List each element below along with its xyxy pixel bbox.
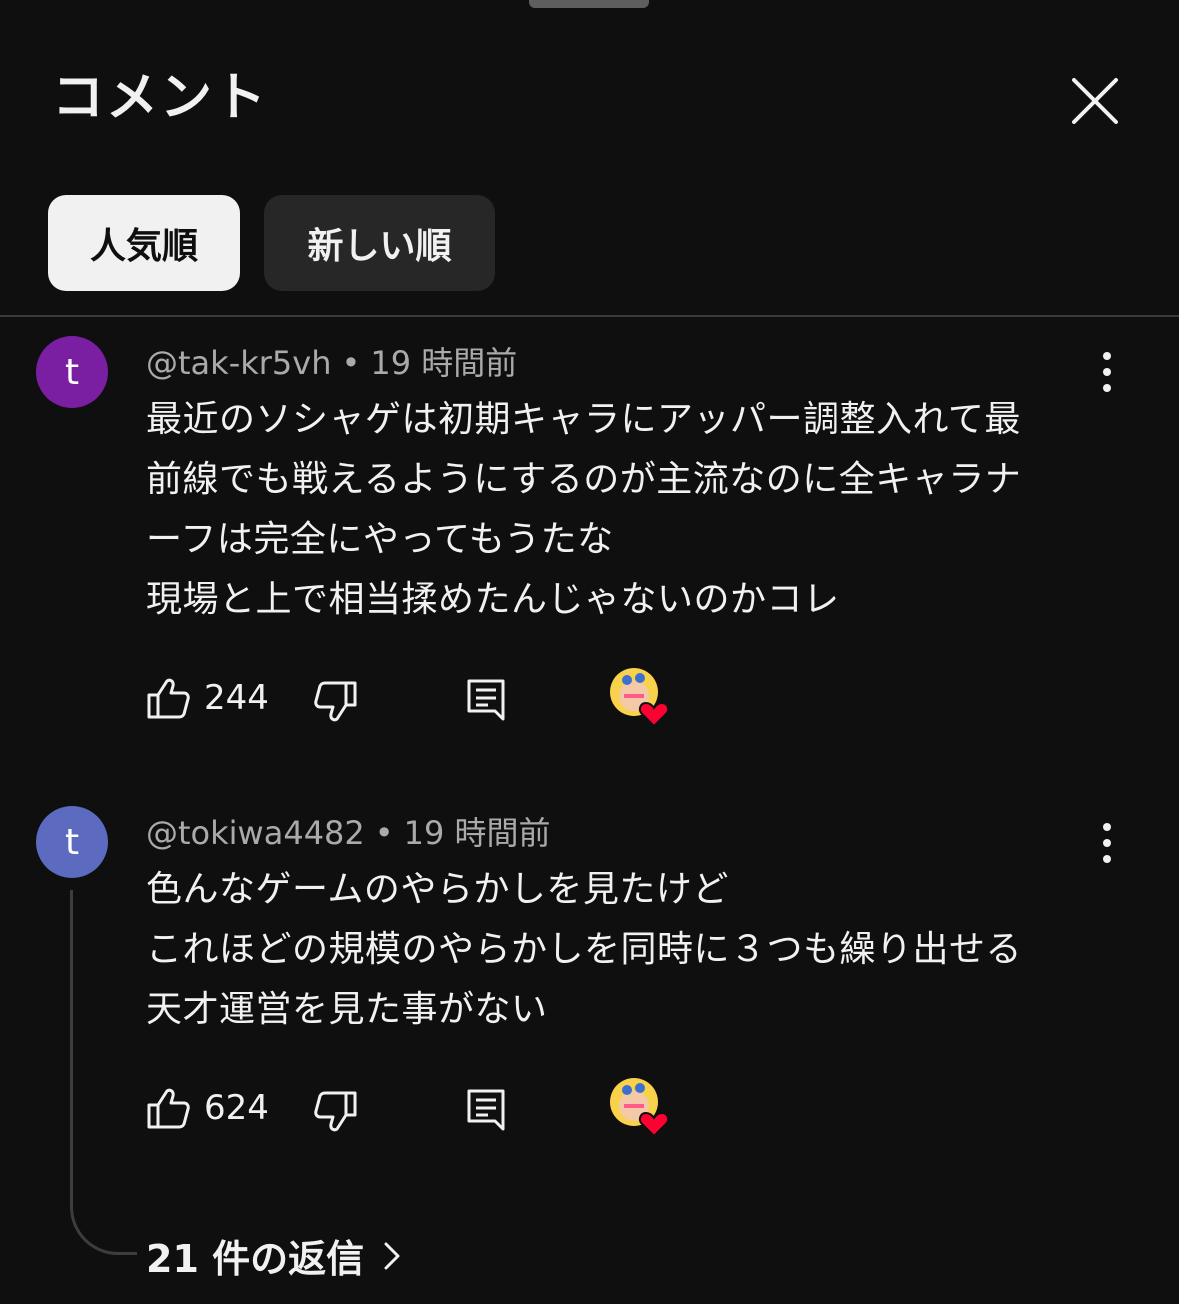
reply-icon[interactable] — [466, 1088, 506, 1132]
view-replies-button[interactable]: 21 件の返信 — [146, 1228, 402, 1283]
divider — [0, 315, 1179, 317]
like-count: 244 — [204, 678, 269, 718]
sort-chips: 人気順 新しい順 — [48, 195, 495, 291]
comment-time: 19 時間前 — [403, 814, 551, 852]
separator-dot: • — [341, 344, 361, 382]
like-count: 624 — [204, 1088, 269, 1128]
more-options-icon[interactable] — [1092, 821, 1122, 865]
thumbs-down-icon[interactable] — [314, 680, 358, 724]
comment-meta: @tak-kr5vh • 19 時間前 — [146, 338, 517, 384]
thread-line — [70, 890, 137, 1255]
replies-label: 21 件の返信 — [146, 1237, 365, 1281]
avatar[interactable]: t — [36, 336, 108, 408]
sort-popular-chip[interactable]: 人気順 — [48, 195, 240, 291]
thumbs-up-icon[interactable] — [146, 1086, 190, 1130]
reply-icon[interactable] — [466, 678, 506, 722]
separator-dot: • — [374, 814, 394, 852]
page-title: コメント — [52, 68, 269, 128]
chevron-right-icon — [384, 1242, 400, 1269]
close-icon[interactable] — [1066, 72, 1124, 130]
avatar[interactable]: t — [36, 806, 108, 878]
more-options-icon[interactable] — [1092, 350, 1122, 394]
comment-author[interactable]: @tak-kr5vh — [146, 344, 332, 382]
thumbs-up-icon[interactable] — [146, 676, 190, 720]
comment-text: 最近のソシャゲは初期キャラにアッパー調整入れて最 前線でも戦えるようにするのが主… — [146, 399, 1022, 620]
thumbs-down-icon[interactable] — [314, 1090, 358, 1134]
comment-time: 19 時間前 — [370, 344, 518, 382]
sort-newest-chip[interactable]: 新しい順 — [264, 195, 495, 291]
drag-handle[interactable] — [529, 0, 649, 8]
comment-meta: @tokiwa4482 • 19 時間前 — [146, 808, 551, 854]
creator-heart-icon — [610, 1078, 670, 1138]
comment-text: 色んなゲームのやらかしを見たけど これほどの規模のやらかしを同時に３つも繰り出せ… — [146, 869, 1023, 1030]
comment-author[interactable]: @tokiwa4482 — [146, 814, 365, 852]
creator-heart-icon — [610, 668, 670, 728]
